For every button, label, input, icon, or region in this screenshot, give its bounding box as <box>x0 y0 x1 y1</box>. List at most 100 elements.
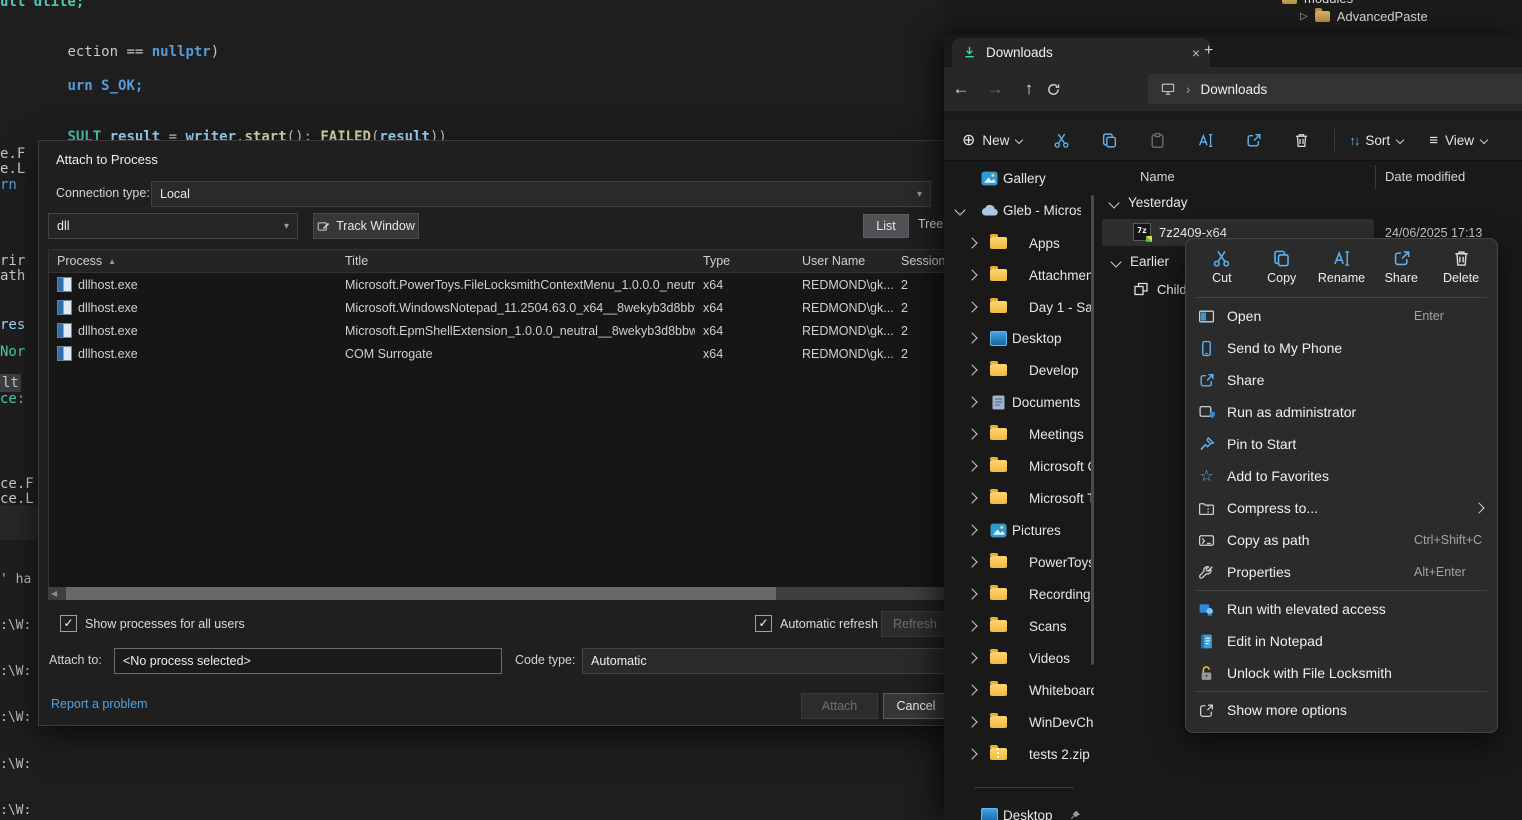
copy-quick-action[interactable]: Copy <box>1254 249 1310 285</box>
cancel-button[interactable]: Cancel <box>883 693 949 719</box>
process-filter-input[interactable]: dll ▾ <box>48 213 298 239</box>
sidebar-item-pinned-desktop[interactable]: Desktop <box>944 800 1094 820</box>
chevron-right-icon[interactable] <box>966 684 977 695</box>
chevron-right-icon[interactable] <box>966 716 977 727</box>
menu-item-copy-as-path[interactable]: Copy as path Ctrl+Shift+C <box>1186 524 1497 556</box>
horizontal-scrollbar[interactable]: ◀ <box>48 587 945 600</box>
sort-button[interactable]: ↑↓ Sort <box>1349 133 1403 148</box>
chevron-right-icon[interactable] <box>966 492 977 503</box>
group-earlier[interactable]: Earlier <box>1112 254 1169 269</box>
sidebar-item-microsoft-copilot[interactable]: Microsoft Cop <box>944 451 1094 481</box>
sidebar-item-tests-zip[interactable]: tests 2.zip <box>944 739 1094 769</box>
cut-button[interactable] <box>1044 125 1078 155</box>
filter-dropdown-icon[interactable]: ▾ <box>284 221 289 232</box>
copy-button[interactable] <box>1092 125 1126 155</box>
scrollbar-thumb[interactable] <box>66 587 776 600</box>
chevron-right-icon[interactable] <box>966 524 977 535</box>
column-divider[interactable] <box>1375 165 1376 189</box>
chevron-right-icon[interactable] <box>966 460 977 471</box>
menu-item-run-as-administrator[interactable]: Run as administrator <box>1186 396 1497 428</box>
breadcrumb-downloads[interactable]: Downloads <box>1201 82 1268 97</box>
chevron-right-icon[interactable] <box>966 396 977 407</box>
chevron-right-icon[interactable]: ▷ <box>1300 11 1308 22</box>
refresh-button[interactable]: Refresh <box>881 611 949 637</box>
checkbox-checked-icon[interactable]: ✓ <box>755 615 772 632</box>
chevron-down-icon[interactable] <box>954 204 965 215</box>
sidebar-item-documents[interactable]: Documents <box>944 387 1094 417</box>
process-row[interactable]: dllhost.exe Microsoft.WindowsNotepad_11.… <box>49 296 946 319</box>
sidebar-item-day1[interactable]: Day 1 - Sangee <box>944 292 1094 322</box>
menu-item-show-more-options[interactable]: Show more options <box>1186 694 1497 726</box>
rename-button[interactable] <box>1188 125 1222 155</box>
process-row[interactable]: dllhost.exe Microsoft.EpmShellExtension_… <box>49 319 946 342</box>
sidebar-item-attachments[interactable]: Attachments <box>944 260 1094 290</box>
track-window-button[interactable]: Track Window <box>313 213 419 239</box>
sidebar-item-meetings[interactable]: Meetings <box>944 419 1094 449</box>
chevron-right-icon[interactable] <box>966 428 977 439</box>
chevron-right-icon[interactable] <box>966 588 977 599</box>
column-header-process[interactable]: Process ▲ <box>49 254 337 268</box>
sidebar-item-windevchat[interactable]: WinDevChat c <box>944 707 1094 737</box>
sidebar-item-recordings[interactable]: Recordings <box>944 579 1094 609</box>
cut-quick-action[interactable]: Cut <box>1194 249 1250 285</box>
paste-button[interactable] <box>1140 125 1174 155</box>
menu-item-pin-to-start[interactable]: Pin to Start <box>1186 428 1497 460</box>
sidebar-item-scans[interactable]: Scans <box>944 611 1094 641</box>
share-button[interactable] <box>1236 125 1270 155</box>
chevron-right-icon[interactable] <box>966 237 977 248</box>
tab-downloads[interactable]: Downloads × <box>952 38 1210 67</box>
menu-item-edit-in-notepad[interactable]: Edit in Notepad <box>1186 625 1497 657</box>
forward-icon[interactable]: → <box>978 79 1012 99</box>
menu-item-compress-to[interactable]: Compress to... <box>1186 492 1497 524</box>
column-header-name[interactable]: Name <box>1140 169 1175 184</box>
code-type-select[interactable]: Automatic <box>582 648 952 674</box>
attach-to-field[interactable]: <No process selected> <box>114 648 502 674</box>
rename-quick-action[interactable]: Rename <box>1313 249 1369 285</box>
process-row[interactable]: dllhost.exe Microsoft.PowerToys.FileLock… <box>49 273 946 296</box>
refresh-icon[interactable] <box>1046 82 1080 97</box>
sidebar-item-powertoys[interactable]: PowerToys <box>944 547 1094 577</box>
chevron-right-icon[interactable] <box>966 301 977 312</box>
menu-item-share[interactable]: Share <box>1186 364 1497 396</box>
auto-refresh-checkbox[interactable]: ✓ Automatic refresh <box>755 615 878 632</box>
new-tab-icon[interactable]: + <box>1204 42 1213 60</box>
chevron-right-icon[interactable] <box>966 556 977 567</box>
menu-item-add-to-favorites[interactable]: ☆ Add to Favorites <box>1186 460 1497 492</box>
column-header-type[interactable]: Type <box>695 254 794 268</box>
report-problem-link[interactable]: Report a problem <box>51 697 148 711</box>
close-icon[interactable]: × <box>1192 45 1200 61</box>
chevron-right-icon[interactable] <box>966 269 977 280</box>
group-yesterday[interactable]: Yesterday <box>1110 195 1188 210</box>
column-header-title[interactable]: Title <box>337 254 695 268</box>
menu-item-unlock-file-locksmith[interactable]: Unlock with File Locksmith <box>1186 657 1497 689</box>
chevron-right-icon[interactable] <box>966 332 977 343</box>
menu-item-open[interactable]: Open Enter <box>1186 300 1497 332</box>
connection-type-select[interactable]: Local ▾ <box>151 181 931 207</box>
tree-item-advancedpaste[interactable]: ▷ AdvancedPaste <box>1300 9 1428 24</box>
tree-item-modules[interactable]: modules <box>1282 0 1353 6</box>
process-row[interactable]: dllhost.exe COM Surrogate x64 REDMOND\gk… <box>49 342 946 365</box>
chevron-right-icon[interactable] <box>966 748 977 759</box>
sidebar-item-apps[interactable]: Apps <box>944 228 1094 258</box>
up-icon[interactable]: ↑ <box>1012 79 1046 99</box>
scroll-left-icon[interactable]: ◀ <box>48 589 57 598</box>
file-row-child[interactable]: Childl <box>1133 281 1190 297</box>
tree-view-button[interactable]: Tree <box>918 217 943 231</box>
checkbox-checked-icon[interactable]: ✓ <box>60 615 77 632</box>
chevron-right-icon[interactable] <box>966 652 977 663</box>
new-button[interactable]: ⊕ New <box>962 130 1022 150</box>
back-icon[interactable]: ← <box>944 79 978 99</box>
sidebar-item-videos[interactable]: Videos <box>944 643 1094 673</box>
sidebar-item-gallery[interactable]: Gallery <box>944 163 1094 193</box>
chevron-right-icon[interactable] <box>966 364 977 375</box>
chevron-down-icon[interactable] <box>1108 197 1119 208</box>
share-quick-action[interactable]: Share <box>1373 249 1429 285</box>
menu-item-send-to-phone[interactable]: Send to My Phone <box>1186 332 1497 364</box>
column-header-session[interactable]: Session <box>893 254 946 268</box>
sidebar-item-pictures[interactable]: Pictures <box>944 515 1094 545</box>
sidebar-item-microsoft-teams[interactable]: Microsoft Tear <box>944 483 1094 513</box>
sidebar-item-develop[interactable]: Develop <box>944 355 1094 385</box>
menu-item-run-elevated[interactable]: Run with elevated access <box>1186 593 1497 625</box>
sidebar-item-whiteboards[interactable]: Whiteboards <box>944 675 1094 705</box>
sidebar-item-desktop[interactable]: Desktop <box>944 323 1094 353</box>
